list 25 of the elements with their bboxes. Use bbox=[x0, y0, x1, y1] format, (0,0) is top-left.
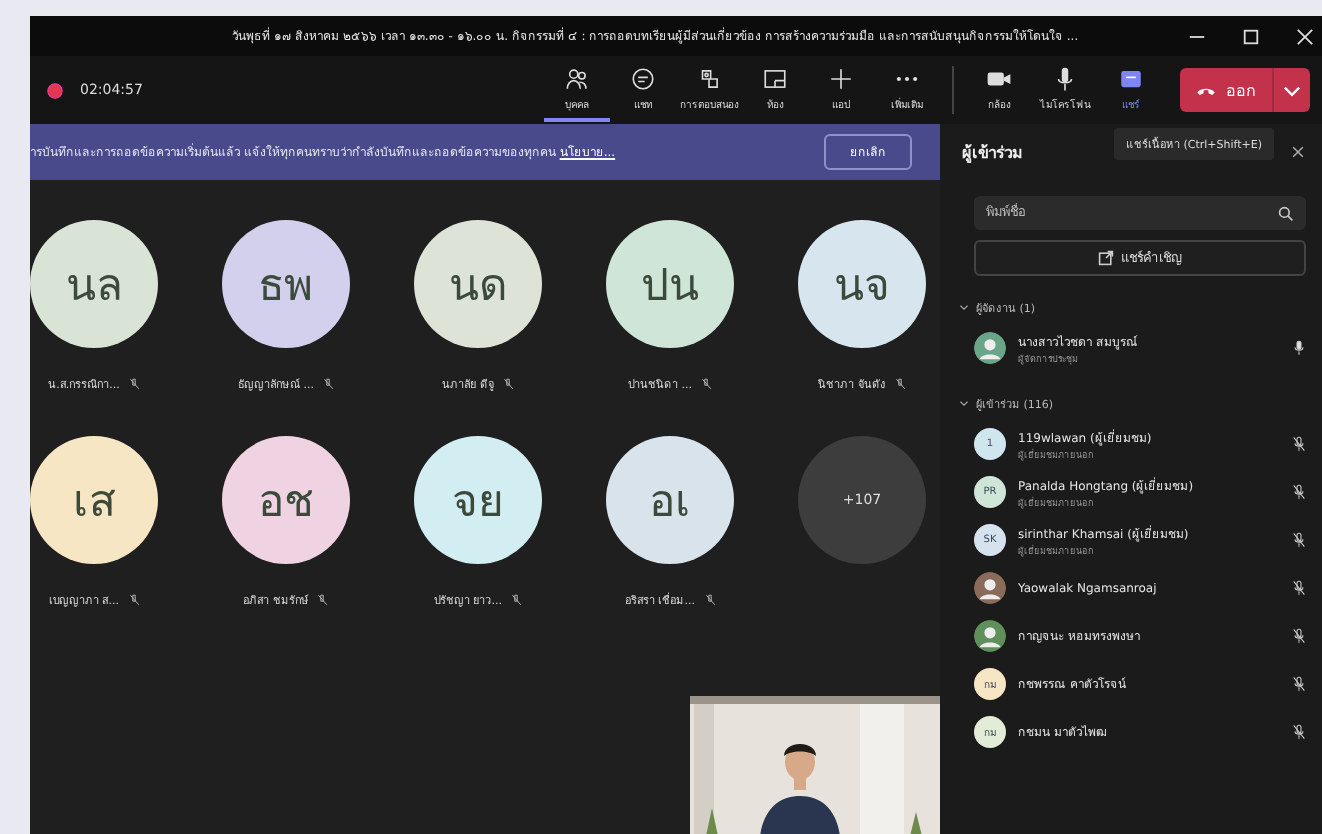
chevron-icon[interactable] bbox=[958, 302, 970, 314]
maximize-icon[interactable] bbox=[1242, 27, 1260, 45]
people-icon bbox=[564, 65, 590, 91]
share-icon bbox=[1097, 250, 1113, 266]
chat-icon bbox=[630, 65, 656, 91]
participant-avatar: นล bbox=[30, 220, 158, 348]
rooms-icon bbox=[762, 65, 788, 91]
leave-button[interactable]: ออก bbox=[1180, 68, 1272, 112]
close-icon[interactable] bbox=[1290, 144, 1306, 160]
participant-avatar: นด bbox=[414, 220, 542, 348]
search-icon bbox=[1278, 205, 1294, 221]
participant-avatar: อช bbox=[222, 436, 350, 564]
participant-avatar: เส bbox=[30, 436, 158, 564]
participant-avatar: ธพ bbox=[222, 220, 350, 348]
chevron-icon[interactable] bbox=[958, 398, 970, 410]
panel-title: ผู้เข้าร่วม bbox=[962, 141, 1022, 165]
participant-avatar: นจ bbox=[798, 220, 926, 348]
participant-avatar: ปน bbox=[606, 220, 734, 348]
reaction-icon bbox=[696, 65, 722, 91]
caret-icon[interactable] bbox=[1272, 68, 1310, 112]
participant-avatar: อเ bbox=[606, 436, 734, 564]
mic-icon bbox=[1052, 65, 1078, 91]
share-icon bbox=[1118, 65, 1144, 91]
plus-icon bbox=[828, 65, 854, 91]
participant-avatar: จย bbox=[414, 436, 542, 564]
